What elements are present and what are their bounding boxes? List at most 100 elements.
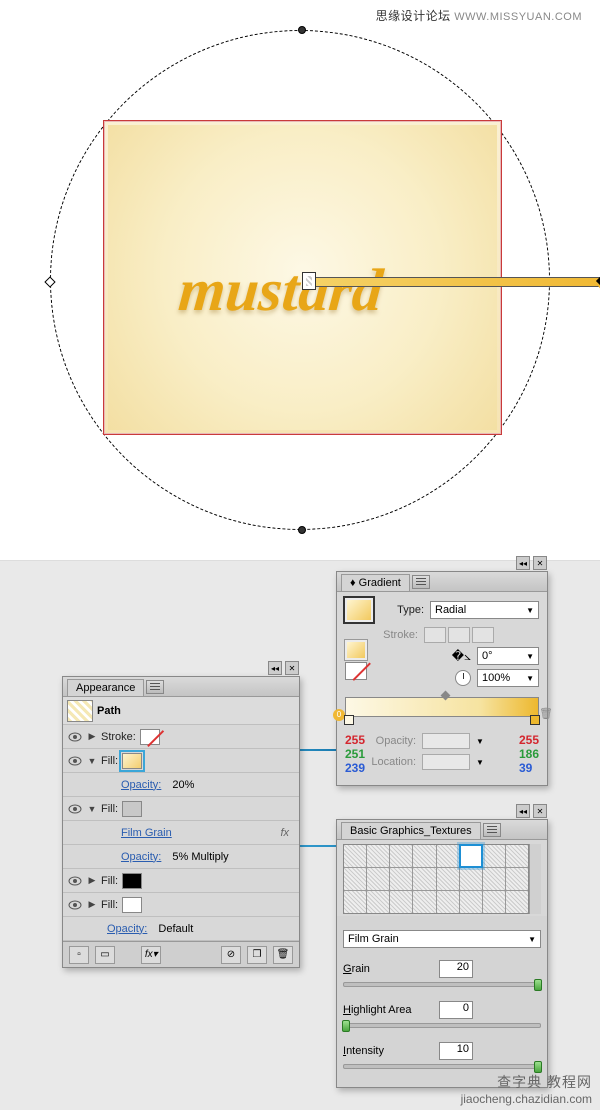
highlight-input[interactable]: 0 (439, 1001, 473, 1019)
slider-thumb[interactable] (534, 979, 542, 991)
visibility-icon[interactable] (67, 753, 83, 769)
fill-row-2[interactable]: ▼ Fill: (63, 797, 299, 821)
expand-icon[interactable]: ▶ (87, 899, 97, 910)
opacity-link[interactable]: Opacity: (121, 851, 161, 863)
film-grain-row[interactable]: Film Grain fx (63, 821, 299, 845)
texture-swatch[interactable] (437, 891, 459, 913)
add-effect-button[interactable]: fx▾ (141, 946, 161, 964)
texture-swatch[interactable] (506, 868, 528, 890)
texture-swatch[interactable] (367, 891, 389, 913)
texture-scrollbar[interactable] (529, 844, 541, 914)
appearance-tab[interactable]: Appearance (67, 679, 144, 696)
midpoint-handle[interactable] (441, 691, 451, 701)
gradient-annotator-bar[interactable] (308, 277, 600, 287)
texture-swatch[interactable] (390, 845, 412, 867)
duplicate-button[interactable]: ❐ (247, 946, 267, 964)
visibility-icon[interactable] (67, 729, 83, 745)
texture-swatch[interactable] (367, 845, 389, 867)
close-icon[interactable]: ✕ (533, 804, 547, 818)
panel-menu-icon[interactable] (412, 575, 430, 589)
texture-swatch[interactable] (413, 891, 435, 913)
texture-swatch[interactable] (437, 868, 459, 890)
gradient-tab[interactable]: ♦ Gradient (341, 574, 410, 591)
film-grain-link[interactable]: Film Grain (121, 827, 172, 839)
opacity-row-1[interactable]: Opacity: 20% (63, 773, 299, 797)
path-row[interactable]: Path (63, 697, 299, 725)
texture-swatch[interactable] (390, 868, 412, 890)
close-icon[interactable]: ✕ (285, 661, 299, 675)
texture-swatch[interactable] (344, 891, 366, 913)
fill-row-1[interactable]: ▼ Fill: (63, 749, 299, 773)
visibility-icon[interactable] (67, 801, 83, 817)
fill-row-4[interactable]: ▶ Fill: (63, 893, 299, 917)
fill-texture-swatch[interactable] (122, 801, 142, 817)
opacity-default-row[interactable]: Opacity: Default (63, 917, 299, 941)
type-dropdown[interactable]: Radial▼ (430, 601, 539, 619)
stroke-across-button[interactable] (472, 627, 494, 643)
stroke-within-button[interactable] (424, 627, 446, 643)
gradient-bar[interactable] (345, 697, 539, 717)
texture-swatch[interactable] (437, 845, 459, 867)
grain-input[interactable]: 20 (439, 960, 473, 978)
opacity-link[interactable]: Opacity: (121, 779, 161, 791)
texture-swatch[interactable] (390, 891, 412, 913)
fill-black-swatch[interactable] (122, 873, 142, 889)
delete-stop-icon[interactable]: 🗑 (539, 707, 553, 720)
texture-swatch[interactable] (413, 868, 435, 890)
collapse-icon[interactable]: ◂◂ (268, 661, 282, 675)
opacity-link[interactable]: Opacity: (107, 923, 147, 935)
handle-bottom[interactable] (298, 526, 306, 534)
panel-menu-icon[interactable] (483, 823, 501, 837)
visibility-icon[interactable] (67, 873, 83, 889)
intensity-input[interactable]: 10 (439, 1042, 473, 1060)
texture-swatch[interactable] (460, 868, 482, 890)
collapse-icon[interactable]: ▼ (87, 756, 97, 766)
panel-menu-icon[interactable] (146, 680, 164, 694)
effect-dropdown[interactable]: Film Grain▼ (343, 930, 541, 948)
texture-swatch[interactable] (344, 868, 366, 890)
textures-tab[interactable]: Basic Graphics_Textures (341, 822, 481, 839)
fill-proxy-swatch[interactable] (345, 640, 367, 660)
fill-row-3[interactable]: ▶ Fill: (63, 869, 299, 893)
texture-swatch-selected[interactable] (460, 845, 482, 867)
gradient-ramp[interactable]: 0 🗑 (345, 697, 539, 717)
gradient-origin-handle[interactable] (302, 272, 316, 290)
texture-swatch[interactable] (344, 845, 366, 867)
stroke-row[interactable]: ▶ Stroke: (63, 725, 299, 749)
texture-swatch[interactable] (483, 868, 505, 890)
opacity-row-2[interactable]: Opacity: 5% Multiply (63, 845, 299, 869)
gradient-stop-left[interactable] (344, 715, 354, 725)
texture-swatch[interactable] (460, 891, 482, 913)
add-stroke-button[interactable]: ▭ (95, 946, 115, 964)
gradient-preview-swatch[interactable] (345, 598, 373, 622)
slider-thumb[interactable] (342, 1020, 350, 1032)
expand-icon[interactable]: ▶ (87, 875, 97, 886)
stroke-none-swatch[interactable] (140, 729, 160, 745)
aspect-input[interactable]: 100%▼ (477, 669, 539, 687)
handle-top[interactable] (298, 26, 306, 34)
angle-input[interactable]: 0°▼ (477, 647, 539, 665)
stop-location-input[interactable] (422, 754, 470, 770)
visibility-icon[interactable] (67, 897, 83, 913)
fill-white-swatch[interactable] (122, 897, 142, 913)
close-icon[interactable]: ✕ (533, 556, 547, 570)
highlight-slider[interactable] (343, 1023, 541, 1028)
expand-icon[interactable]: ▶ (87, 731, 97, 742)
texture-swatch[interactable] (413, 845, 435, 867)
canvas[interactable]: mustard (50, 30, 550, 530)
stop-opacity-input[interactable] (422, 733, 470, 749)
stroke-proxy-swatch[interactable] (345, 662, 367, 680)
grain-slider[interactable] (343, 982, 541, 987)
texture-swatch[interactable] (367, 868, 389, 890)
texture-swatch[interactable] (506, 845, 528, 867)
clear-button[interactable]: ⊘ (221, 946, 241, 964)
collapse-icon[interactable]: ◂◂ (516, 556, 530, 570)
intensity-slider[interactable] (343, 1064, 541, 1069)
new-art-button[interactable]: ▫ (69, 946, 89, 964)
collapse-icon[interactable]: ▼ (87, 804, 97, 814)
texture-swatch[interactable] (483, 845, 505, 867)
collapse-icon[interactable]: ◂◂ (516, 804, 530, 818)
stroke-along-button[interactable] (448, 627, 470, 643)
delete-button[interactable]: 🗑 (273, 946, 293, 964)
fill-gradient-swatch[interactable] (122, 753, 142, 769)
